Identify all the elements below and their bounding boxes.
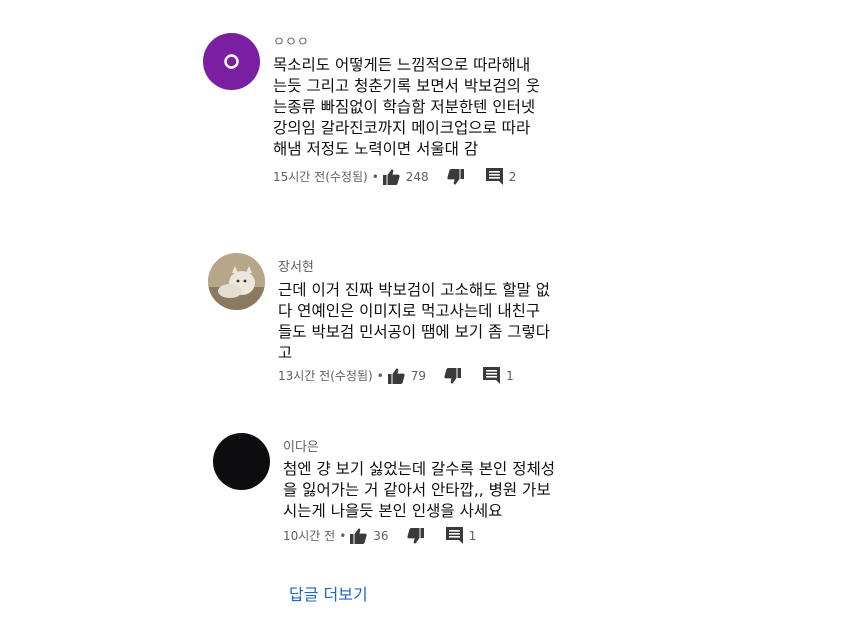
like-count: 79 bbox=[410, 368, 427, 383]
like-count: 248 bbox=[405, 169, 429, 184]
avatar[interactable] bbox=[213, 433, 270, 490]
meta-separator: • bbox=[376, 368, 384, 383]
comment-line: 는듯 그리고 청춘기록 보면서 박보검의 웃 bbox=[273, 77, 541, 95]
reply-count-button[interactable]: 1 bbox=[445, 527, 495, 544]
reply-icon bbox=[445, 527, 463, 544]
comment-text: 첨엔 걍 보기 싫었는데 갈수록 본인 정체성 을 잃어가는 거 같아서 안타깝… bbox=[283, 459, 555, 522]
comment-text: 근데 이거 진짜 박보검이 고소해도 할말 없 다 연예인은 이미지로 먹고사는… bbox=[278, 280, 550, 364]
thumbs-up-icon[interactable] bbox=[382, 168, 400, 185]
avatar[interactable] bbox=[208, 253, 265, 310]
avatar-ring-icon bbox=[224, 54, 239, 69]
comment-timestamp[interactable]: 10시간 전 bbox=[283, 527, 335, 544]
reply-count: 1 bbox=[468, 528, 477, 543]
comment-meta: 10시간 전 • 36 1 bbox=[283, 527, 494, 544]
comment-text: 목소리도 어떻게든 느낌적으로 따라해내 는듯 그리고 청춘기록 보면서 박보검… bbox=[273, 55, 540, 160]
comment-line: 시는게 나을듯 본인 인생을 사세요 bbox=[283, 502, 503, 520]
reply-count-button[interactable]: 1 bbox=[483, 367, 532, 384]
comment-line: 해냄 저정도 노력이면 서울대 감 bbox=[273, 140, 479, 158]
comment-line: 는종류 빠짐없이 학습함 저분한텐 인터넷 bbox=[273, 98, 536, 116]
reply-icon bbox=[485, 168, 503, 185]
comment-author[interactable]: 이다은 bbox=[283, 436, 319, 455]
avatar[interactable] bbox=[203, 33, 260, 90]
meta-separator: • bbox=[339, 528, 347, 543]
reply-count-button[interactable]: 2 bbox=[485, 168, 535, 185]
avatar-photo-icon bbox=[208, 253, 265, 310]
comment-line: 다 연예인은 이미지로 먹고사는데 내친구 bbox=[278, 302, 541, 320]
comment-meta: 13시간 전(수정됨) • 79 1 bbox=[278, 367, 532, 384]
comment-line: 을 잃어가는 거 같아서 안타깝,, 병원 가보 bbox=[283, 481, 551, 499]
meta-separator: • bbox=[371, 169, 379, 184]
more-replies-link[interactable]: 답글 더보기 bbox=[289, 581, 368, 605]
comment-line: 강의임 갈라진코까지 메이크업으로 따라 bbox=[273, 119, 531, 137]
comment-author[interactable]: ㅇㅇㅇ bbox=[273, 31, 309, 50]
reply-count: 1 bbox=[506, 368, 514, 383]
comment-line: 목소리도 어떻게든 느낌적으로 따라해내 bbox=[273, 56, 531, 74]
thumbs-up-icon[interactable] bbox=[350, 527, 367, 544]
thumbs-down-icon[interactable] bbox=[406, 527, 424, 544]
thumbs-down-icon[interactable] bbox=[444, 367, 462, 384]
thumbs-down-icon[interactable] bbox=[447, 168, 464, 185]
like-count: 36 bbox=[373, 528, 389, 543]
comment-line: 근데 이거 진짜 박보검이 고소해도 할말 없 bbox=[278, 281, 550, 299]
comment-author[interactable]: 장서현 bbox=[278, 256, 314, 275]
thumbs-up-icon[interactable] bbox=[387, 367, 405, 384]
comment-line: 고 bbox=[278, 344, 293, 362]
reply-count: 2 bbox=[508, 169, 517, 184]
comment-line: 첨엔 걍 보기 싫었는데 갈수록 본인 정체성 bbox=[283, 460, 555, 478]
comment-timestamp[interactable]: 15시간 전(수정됨) bbox=[273, 168, 368, 185]
reply-icon bbox=[483, 367, 501, 384]
comment-line: 들도 박보검 민서공이 땜에 보기 좀 그렇다 bbox=[278, 323, 550, 341]
comment-timestamp[interactable]: 13시간 전(수정됨) bbox=[278, 367, 373, 384]
comment-meta: 15시간 전(수정됨) • 248 2 bbox=[273, 168, 534, 185]
